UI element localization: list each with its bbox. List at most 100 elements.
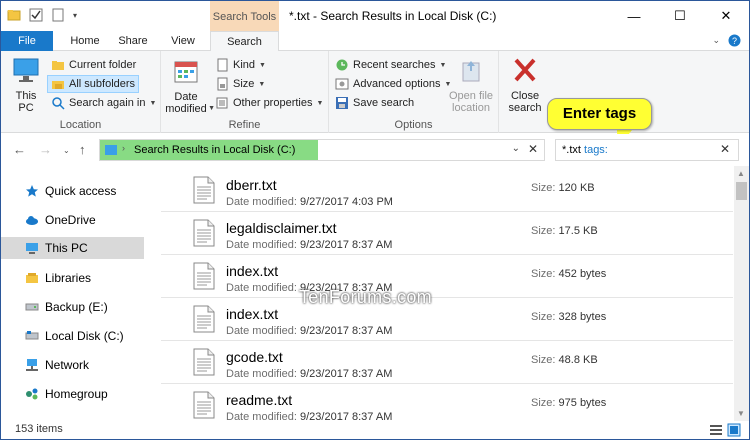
open-file-location-button[interactable]: Open file location — [447, 57, 495, 114]
file-row[interactable]: index.txt Date modified: 9/23/2017 8:37 A… — [161, 255, 733, 298]
folder-icon — [7, 10, 21, 21]
file-date: Date modified: 9/23/2017 8:37 AM — [226, 325, 392, 337]
maximize-button[interactable]: ☐ — [657, 1, 703, 31]
size-caption: Size: — [531, 268, 556, 280]
file-row[interactable]: index.txt Date modified: 9/23/2017 8:37 A… — [161, 298, 733, 341]
text-file-icon — [193, 219, 215, 247]
address-path[interactable]: Search Results in Local Disk (C:) — [134, 140, 295, 160]
date-modified-caption: Date modified: — [226, 368, 297, 380]
file-name: index.txt — [226, 263, 279, 279]
details-view-icon[interactable] — [709, 423, 723, 437]
recent-searches-button[interactable]: Recent searches ▼ — [335, 56, 446, 74]
save-icon — [336, 97, 348, 109]
file-size: Size: 120 KB — [531, 182, 595, 194]
size-value: 328 bytes — [558, 311, 607, 323]
close-search-button[interactable]: Close search — [505, 57, 545, 114]
date-modified-caption: Date modified: — [226, 196, 297, 208]
current-folder-button[interactable]: Current folder — [48, 56, 139, 74]
back-arrow-icon[interactable]: ← — [13, 142, 26, 157]
navigation-pane: Quick access OneDrive This PC Libraries … — [1, 166, 144, 421]
file-name: gcode.txt — [226, 349, 283, 365]
this-pc-button[interactable]: This PC — [9, 57, 43, 114]
tab-file[interactable]: File — [1, 31, 53, 51]
clear-search-icon[interactable]: ✕ — [720, 142, 730, 156]
sidebar-item-this-pc[interactable]: This PC — [1, 237, 144, 259]
size-caption: Size: — [531, 311, 556, 323]
chevron-down-icon[interactable]: ⌄ — [512, 143, 520, 154]
sidebar-item-local-disk-c[interactable]: Local Disk (C:) — [1, 325, 144, 347]
date-modified-caption: Date modified: — [226, 325, 297, 337]
computer-icon — [13, 58, 39, 82]
size-caption: Size: — [531, 354, 556, 366]
sidebar-item-homegroup[interactable]: Homegroup — [1, 383, 144, 405]
date-modified-value: 9/23/2017 8:37 AM — [300, 411, 393, 421]
address-bar[interactable]: › Search Results in Local Disk (C:) ⌄ ✕ — [99, 139, 545, 161]
size-button[interactable]: Size ▼ — [215, 75, 265, 93]
stop-search-icon[interactable]: ✕ — [528, 142, 538, 156]
minimize-button[interactable]: — — [611, 1, 657, 31]
dropdown-caret-icon: ▼ — [208, 105, 215, 112]
date-modified-button[interactable]: Date modified ▼ — [161, 59, 215, 115]
customize-qat-icon[interactable]: ▾ — [73, 11, 77, 20]
tab-view[interactable]: View — [159, 31, 207, 51]
search-input[interactable]: *.txt tags: ✕ — [555, 139, 739, 161]
search-query[interactable]: *.txt tags: — [562, 140, 608, 160]
file-size: Size: 452 bytes — [531, 268, 606, 280]
options-group: Recent searches ▼ Advanced options ▼ Sav… — [329, 51, 499, 133]
explorer-window: ▾ Search Tools *.txt - Search Results in… — [0, 0, 750, 440]
file-row[interactable]: gcode.txt Date modified: 9/23/2017 8:37 A… — [161, 341, 733, 384]
search-again-in-button[interactable]: Search again in ▼ — [48, 94, 159, 112]
tab-share[interactable]: Share — [111, 31, 155, 51]
all-subfolders-button[interactable]: All subfolders — [47, 75, 140, 93]
svg-text:?: ? — [732, 36, 737, 46]
file-row[interactable]: dberr.txt Date modified: 9/27/2017 4:03 P… — [161, 169, 733, 212]
file-row[interactable]: readme.txt Date modified: 9/23/2017 8:37 … — [161, 384, 733, 421]
close-button[interactable]: ✕ — [703, 1, 749, 31]
dropdown-caret-icon: ▼ — [149, 99, 157, 107]
new-folder-icon[interactable] — [51, 8, 65, 22]
sidebar-item-network[interactable]: Network — [1, 354, 144, 376]
file-row[interactable]: legaldisclaimer.txt Date modified: 9/23/2… — [161, 212, 733, 255]
size-caption: Size: — [531, 397, 556, 409]
sidebar-item-backup-e[interactable]: Backup (E:) — [1, 296, 144, 318]
chevron-down-icon[interactable]: ⌄ — [712, 35, 720, 46]
properties-check-icon[interactable] — [29, 8, 43, 22]
search-again-in-label: Search again in — [69, 97, 146, 109]
large-icons-view-icon[interactable] — [727, 423, 741, 437]
forward-arrow-icon[interactable]: → — [39, 142, 52, 157]
date-modified-label: Date modified — [165, 91, 207, 115]
recent-locations-icon[interactable]: ⌄ — [63, 146, 70, 155]
scroll-down-icon[interactable]: ▼ — [737, 409, 745, 418]
current-folder-label: Current folder — [69, 59, 137, 71]
vertical-scrollbar[interactable]: ▲ ▼ — [734, 166, 749, 421]
save-search-button[interactable]: Save search — [335, 94, 414, 112]
kind-button[interactable]: Kind ▼ — [215, 56, 266, 74]
tab-home[interactable]: Home — [59, 31, 111, 51]
enter-tags-callout: Enter tags — [547, 98, 652, 130]
sidebar-item-label: This PC — [45, 241, 88, 255]
help-icon[interactable]: ? — [728, 34, 741, 47]
text-file-icon — [193, 262, 215, 290]
sidebar-item-onedrive[interactable]: OneDrive — [1, 209, 144, 231]
sidebar-item-label: Quick access — [45, 184, 117, 198]
up-arrow-icon[interactable]: ↑ — [79, 142, 86, 157]
refine-group: Date modified ▼ Kind ▼ Size ▼ Other prop… — [161, 51, 329, 133]
tab-search[interactable]: Search — [210, 31, 279, 52]
advanced-options-button[interactable]: Advanced options ▼ — [335, 75, 451, 93]
sidebar-item-quick-access[interactable]: Quick access — [1, 180, 144, 202]
sidebar-item-libraries[interactable]: Libraries — [1, 267, 144, 289]
size-label: Size — [233, 78, 255, 90]
sidebar-item-label: Homegroup — [45, 387, 108, 401]
sidebar-item-label: Local Disk (C:) — [45, 329, 124, 343]
scrollbar-thumb[interactable] — [736, 182, 747, 200]
kind-icon — [217, 58, 228, 72]
close-group: Close search — [499, 51, 549, 133]
breadcrumb-chevron-icon: › — [122, 143, 125, 153]
search-results-icon — [105, 145, 117, 155]
file-size: Size: 328 bytes — [531, 311, 606, 323]
other-properties-button[interactable]: Other properties ▼ — [215, 94, 323, 112]
scroll-up-icon[interactable]: ▲ — [737, 169, 745, 178]
view-toggle — [709, 423, 741, 437]
dropdown-caret-icon: ▼ — [259, 61, 266, 69]
dropdown-caret-icon: ▼ — [439, 61, 447, 69]
